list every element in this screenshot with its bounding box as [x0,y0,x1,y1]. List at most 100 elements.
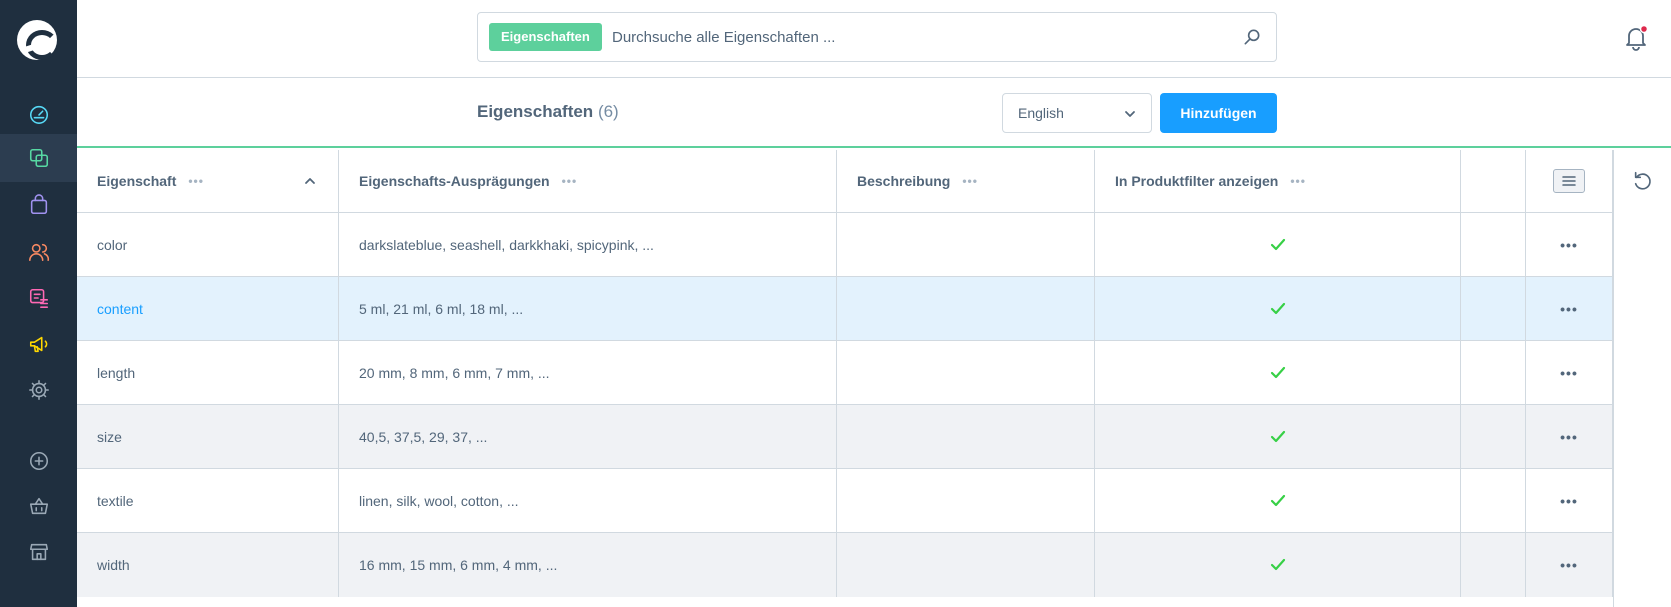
cell-spacer [1461,405,1526,469]
cell-filter [1095,213,1461,277]
table-row[interactable]: color darkslateblue, seashell, darkkhaki,… [77,213,1613,277]
search-type-chip[interactable]: Eigenschaften [489,23,602,51]
shopware-logo-icon[interactable] [17,20,58,60]
cell-values[interactable]: linen, silk, wool, cotton, ... [339,469,837,533]
catalog-icon [29,148,48,168]
cell-values[interactable]: 20 mm, 8 mm, 6 mm, 7 mm, ... [339,341,837,405]
grid-header-row: Eigenschaft ••• Eigenschafts-Ausprägunge… [77,150,1613,212]
sidebar-item-catalog[interactable] [0,134,77,182]
global-search[interactable]: Eigenschaften [477,12,1277,62]
cell-values[interactable]: 40,5, 37,5, 29, 37, ... [339,405,837,469]
table-row[interactable]: length 20 mm, 8 mm, 6 mm, 7 mm, ... ••• [77,341,1613,405]
checkmark-icon [1270,366,1285,379]
cell-spacer [1461,277,1526,341]
property-name-link[interactable]: content [97,301,143,317]
checkmark-icon [1270,430,1285,443]
column-menu-icon[interactable]: ••• [1290,174,1306,188]
cell-filter [1095,277,1461,341]
cell-description[interactable] [837,533,1095,597]
checkmark-icon [1270,558,1285,571]
sidebar-item-add[interactable] [0,437,77,485]
cell-actions: ••• [1526,533,1613,597]
notification-bell-icon[interactable] [1623,24,1649,52]
column-menu-icon[interactable]: ••• [188,174,204,188]
cell-description[interactable] [837,277,1095,341]
search-icon[interactable] [1242,27,1262,47]
sort-ascending-icon[interactable] [304,176,316,186]
cell-values[interactable]: 5 ml, 21 ml, 6 ml, 18 ml, ... [339,277,837,341]
list-icon [1562,176,1576,186]
language-select[interactable]: English [1002,93,1152,133]
table-row[interactable]: size 40,5, 37,5, 29, 37, ... ••• [77,405,1613,469]
column-header-description[interactable]: Beschreibung ••• [837,150,1095,212]
reset-undo-icon[interactable] [1632,170,1654,192]
row-context-menu-icon[interactable]: ••• [1560,429,1578,445]
row-context-menu-icon[interactable]: ••• [1560,557,1578,573]
sidebar-item-dashboard[interactable] [0,90,77,138]
cell-actions: ••• [1526,405,1613,469]
column-header-label: Beschreibung [857,173,951,189]
column-header-values[interactable]: Eigenschafts-Ausprägungen ••• [339,150,837,212]
column-header-label: Eigenschafts-Ausprägungen [359,173,550,189]
sidebar-item-content[interactable] [0,274,77,322]
column-menu-icon[interactable]: ••• [962,174,978,188]
column-settings-button[interactable] [1553,169,1585,193]
sidebar-item-store[interactable] [0,528,77,576]
property-name[interactable]: color [97,237,127,253]
property-values: 5 ml, 21 ml, 6 ml, 18 ml, ... [359,301,524,317]
search-input[interactable] [612,23,1222,51]
chevron-down-icon [1125,111,1135,117]
cell-description[interactable] [837,341,1095,405]
cell-description[interactable] [837,405,1095,469]
property-name[interactable]: width [97,557,130,573]
cell-description[interactable] [837,469,1095,533]
row-context-menu-icon[interactable]: ••• [1560,365,1578,381]
cell-description[interactable] [837,213,1095,277]
cell-property[interactable]: width [77,533,339,597]
sidebar-item-marketing[interactable] [0,320,77,368]
sidebar-item-sales-channel[interactable] [0,482,77,530]
table-row[interactable]: content 5 ml, 21 ml, 6 ml, 18 ml, ... ••• [77,277,1613,341]
row-context-menu-icon[interactable]: ••• [1560,493,1578,509]
cell-property[interactable]: color [77,213,339,277]
checkmark-icon [1270,494,1285,507]
sidebar [0,0,77,607]
orders-icon [30,194,47,215]
sidebar-item-orders[interactable] [0,181,77,229]
cell-actions: ••• [1526,213,1613,277]
property-name[interactable]: size [97,429,122,445]
cell-filter [1095,533,1461,597]
property-values: 40,5, 37,5, 29, 37, ... [359,429,488,445]
column-menu-icon[interactable]: ••• [562,174,578,188]
cell-filter [1095,469,1461,533]
cell-spacer [1461,469,1526,533]
cell-spacer [1461,213,1526,277]
property-values: 16 mm, 15 mm, 6 mm, 4 mm, ... [359,557,558,573]
cell-property[interactable]: content [77,277,339,341]
cell-property[interactable]: length [77,341,339,405]
cell-values[interactable]: 16 mm, 15 mm, 6 mm, 4 mm, ... [339,533,837,597]
table-row[interactable]: width 16 mm, 15 mm, 6 mm, 4 mm, ... ••• [77,533,1613,597]
properties-grid: Eigenschaft ••• Eigenschafts-Ausprägunge… [77,150,1613,607]
cell-spacer [1461,533,1526,597]
property-values: linen, silk, wool, cotton, ... [359,493,519,509]
property-name[interactable]: length [97,365,135,381]
cell-property[interactable]: size [77,405,339,469]
row-context-menu-icon[interactable]: ••• [1560,301,1578,317]
cell-values[interactable]: darkslateblue, seashell, darkkhaki, spic… [339,213,837,277]
row-context-menu-icon[interactable]: ••• [1560,237,1578,253]
column-header-filter[interactable]: In Produktfilter anzeigen ••• [1095,150,1461,212]
add-property-button[interactable]: Hinzufügen [1160,93,1277,133]
table-row[interactable]: textile linen, silk, wool, cotton, ... ••• [77,469,1613,533]
marketing-icon [29,336,47,353]
column-header-label: In Produktfilter anzeigen [1115,173,1279,189]
sidebar-item-settings[interactable] [0,366,77,414]
column-header-property[interactable]: Eigenschaft ••• [77,150,339,212]
cell-actions: ••• [1526,341,1613,405]
property-values: darkslateblue, seashell, darkkhaki, spic… [359,237,654,253]
plus-circle-icon [29,451,48,471]
checkmark-icon [1270,238,1285,251]
property-name[interactable]: textile [97,493,134,509]
cell-property[interactable]: textile [77,469,339,533]
sidebar-item-customers[interactable] [0,228,77,276]
